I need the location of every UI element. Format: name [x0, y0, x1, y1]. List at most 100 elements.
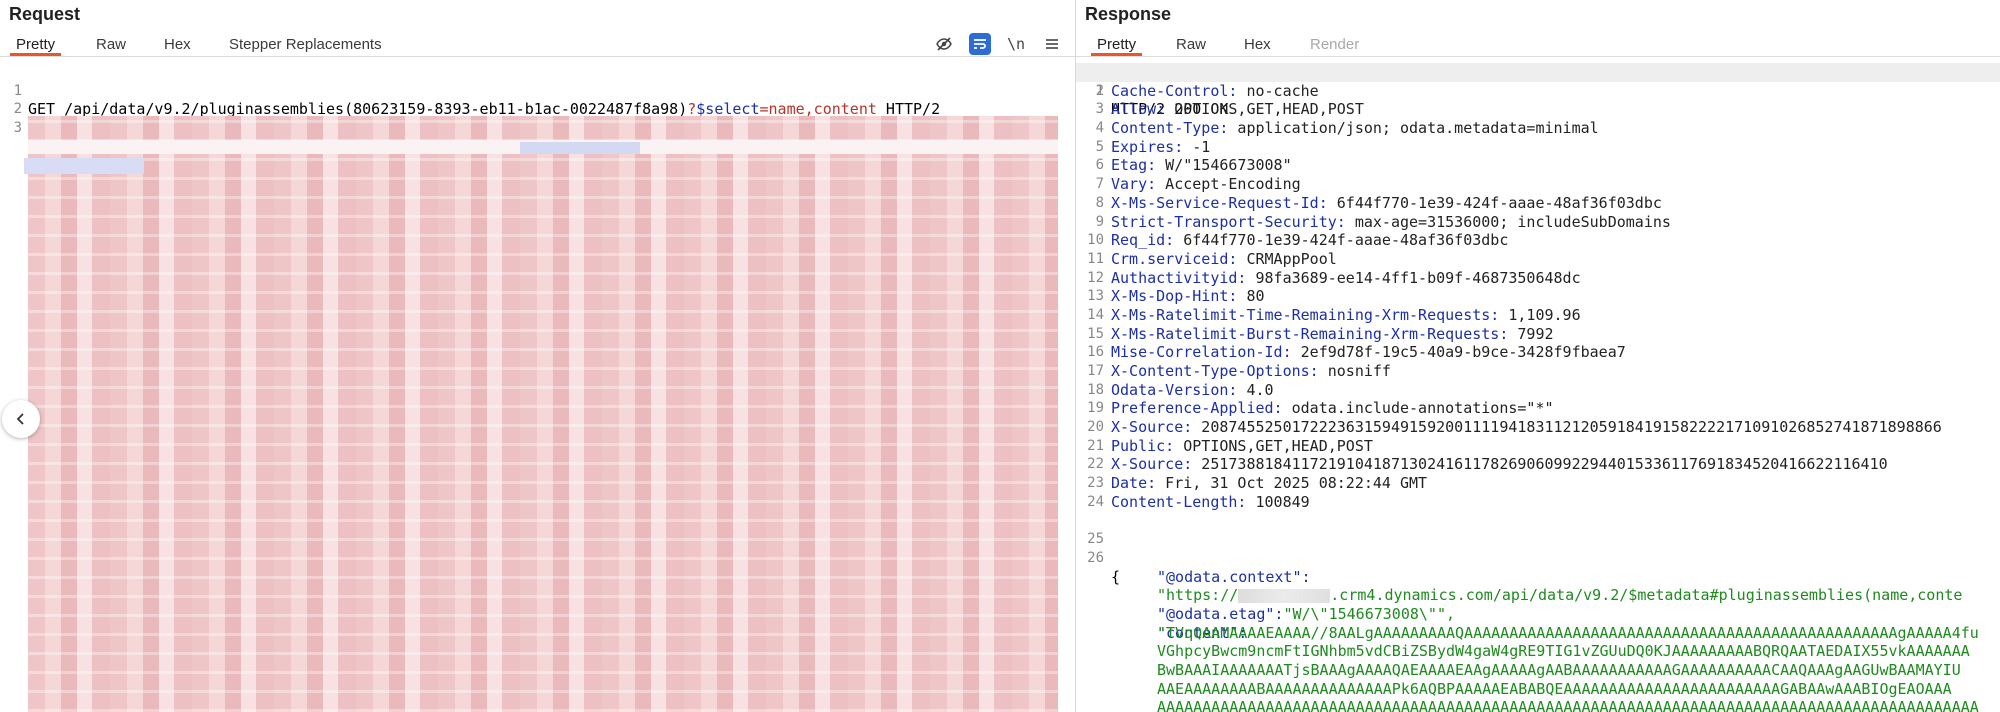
- response-header-line: 9 Strict-Transport-Security: max-age=3153…: [1076, 213, 2000, 232]
- json-open-brace-line: 26 {: [1076, 530, 2000, 586]
- line-number: 3: [1095, 101, 1104, 118]
- header-key: Content-Type:: [1111, 119, 1229, 138]
- header-value: OPTIONS,GET,HEAD,POST: [1165, 100, 1364, 119]
- response-header-line: 3 Allow: OPTIONS,GET,HEAD,POST: [1076, 100, 2000, 119]
- header-value: 6f44f770-1e39-424f-aaae-48af36f03dbc: [1174, 231, 1509, 250]
- header-key: X-Ms-Service-Request-Id:: [1111, 193, 1328, 212]
- response-tab-render[interactable]: Render: [1310, 30, 1359, 56]
- response-tab-bar: Pretty Raw Hex Render: [1076, 30, 2000, 57]
- header-key: Date:: [1111, 474, 1157, 493]
- header-key: Mise-Correlation-Id:: [1111, 343, 1292, 362]
- line-number: 4: [1095, 120, 1104, 137]
- json-string-content: AAEAAAAAAAABAAAAAAAAAAAAAAPk6AQBPAAAAAEA…: [1157, 679, 1952, 698]
- response-header-line: 23 Date: Fri, 31 Oct 2025 08:22:44 GMT: [1076, 474, 2000, 493]
- request-header-host: 2 Host:: [0, 82, 1075, 137]
- header-key: Odata-Version:: [1111, 380, 1238, 399]
- response-header-line: 8 X-Ms-Service-Request-Id: 6f44f770-1e39-…: [1076, 194, 2000, 213]
- line-number: 6: [1095, 157, 1104, 174]
- header-key: X-Source:: [1111, 455, 1193, 474]
- line-number: 22: [1087, 456, 1104, 473]
- hamburger-menu-icon[interactable]: [1041, 33, 1063, 55]
- header-value: -1: [1183, 137, 1211, 156]
- response-header-line: 18 Odata-Version: 4.0: [1076, 381, 2000, 400]
- response-header-line: 13 X-Ms-Dop-Hint: 80: [1076, 287, 2000, 306]
- request-tab-pretty[interactable]: Pretty: [10, 30, 62, 56]
- collapse-panel-button[interactable]: [2, 400, 40, 438]
- wrap-lines-icon[interactable]: [969, 33, 991, 55]
- header-key: Vary:: [1111, 175, 1157, 194]
- line-number: 3: [13, 120, 22, 137]
- request-title: Request: [9, 4, 81, 24]
- response-header-line: 4 Content-Type: application/json; odata.m…: [1076, 119, 2000, 138]
- header-value: 80: [1237, 287, 1265, 306]
- chevron-left-icon: [16, 413, 24, 425]
- status-line: 1 HTTP/2 200 OK: [1076, 63, 2000, 118]
- header-value: 1,109.96: [1499, 305, 1581, 324]
- response-header-line: 6 Etag: W/"1546673008": [1076, 156, 2000, 175]
- response-header-line: 19 Preference-Applied: odata.include-anno…: [1076, 399, 2000, 418]
- header-value: CRMAppPool: [1237, 249, 1337, 268]
- response-header-line: 20 X-Source: 2087455250172223631594915920…: [1076, 418, 2000, 437]
- header-key: X-Ms-Ratelimit-Burst-Remaining-Xrm-Reque…: [1111, 324, 1509, 343]
- line-number: 14: [1087, 306, 1104, 323]
- header-key: Allow:: [1111, 100, 1166, 119]
- redacted-request-fragment: [24, 158, 144, 174]
- line-number: 21: [1087, 437, 1104, 454]
- header-value: nosniff: [1318, 362, 1391, 380]
- line-number: 11: [1087, 250, 1104, 267]
- header-value: 2087455250172223631594915920011119418311…: [1192, 418, 1942, 437]
- eye-slash-icon[interactable]: [933, 33, 955, 55]
- header-key: Expires:: [1111, 137, 1184, 156]
- request-tab-stepper-replacements[interactable]: Stepper Replacements: [229, 30, 382, 56]
- response-header-line: 16 Mise-Correlation-Id: 2ef9d78f-19c5-40a…: [1076, 343, 2000, 362]
- header-value: W/"1546673008": [1156, 156, 1292, 175]
- header-value: 2ef9d78f-19c5-40a9-b9ce-3428f9fbaea7: [1291, 343, 1626, 362]
- line-number: 2: [1095, 82, 1104, 99]
- json-line: "@odata.context":: [1076, 549, 2000, 586]
- header-value: application/json; odata.metadata=minimal: [1228, 119, 1599, 138]
- newline-toggle[interactable]: \n: [1005, 33, 1027, 55]
- request-tab-hex[interactable]: Hex: [164, 30, 191, 56]
- header-key: X-Content-Type-Options:: [1111, 362, 1319, 380]
- request-tab-bar: Pretty Raw Hex Stepper Replacements: [0, 30, 1075, 57]
- json-line: "TVqQAAMAAAAEAAAA//8AALgAAAAAAAAAQAAAAAA…: [1076, 624, 2000, 643]
- line-number: 15: [1087, 325, 1104, 342]
- header-key: Strict-Transport-Security:: [1111, 212, 1346, 231]
- response-tab-pretty[interactable]: Pretty: [1091, 30, 1143, 56]
- header-key: Cache-Control:: [1111, 81, 1238, 100]
- line-number: 8: [1095, 194, 1104, 211]
- line-number: 5: [1095, 138, 1104, 155]
- line-number: 10: [1087, 232, 1104, 249]
- request-tab-raw[interactable]: Raw: [96, 30, 126, 56]
- header-value: OPTIONS,GET,HEAD,POST: [1174, 436, 1373, 455]
- response-header-line: 2 Cache-Control: no-cache: [1076, 82, 2000, 101]
- json-line: AAAAAAAAAAAAAAAAAAAAAAAAAAAAAAAAAAAAAAAA…: [1076, 698, 2000, 712]
- response-editor[interactable]: 1 HTTP/2 200 OK 2 Cache-Control: no-cache…: [1076, 63, 2000, 712]
- header-key: X-Ms-Dop-Hint:: [1111, 287, 1238, 306]
- header-key: Authactivityid:: [1111, 268, 1247, 287]
- header-value: max-age=31536000; includeSubDomains: [1345, 212, 1671, 231]
- response-tab-hex[interactable]: Hex: [1244, 30, 1271, 56]
- header-key: Content-Length:: [1111, 492, 1247, 511]
- header-key: X-Ms-Ratelimit-Time-Remaining-Xrm-Reques…: [1111, 305, 1500, 324]
- header-value: Fri, 31 Oct 2025 08:22:44 GMT: [1156, 474, 1428, 493]
- response-header-line: 14 X-Ms-Ratelimit-Time-Remaining-Xrm-Requ…: [1076, 306, 2000, 325]
- response-pane: Response Pretty Raw Hex Render 1 HTTP/2 …: [1076, 0, 2000, 712]
- header-value: 7992: [1508, 324, 1554, 343]
- json-line: "https://.crm4.dynamics.com/api/data/v9.…: [1076, 568, 2000, 604]
- response-header-line: 21 Public: OPTIONS,GET,HEAD,POST: [1076, 437, 2000, 456]
- header-value: 4.0: [1237, 380, 1274, 399]
- header-value: no-cache: [1237, 81, 1319, 100]
- response-header-line: 15 X-Ms-Ratelimit-Burst-Remaining-Xrm-Req…: [1076, 325, 2000, 344]
- json-string-content: AAAAAAAAAAAAAAAAAAAAAAAAAAAAAAAAAAAAAAAA…: [1157, 698, 1979, 712]
- redacted-request-fragment: [520, 142, 640, 154]
- blank-line: 25: [1076, 512, 2000, 547]
- response-header-line: 12 Authactivityid: 98fa3689-ee14-4ff1-b09…: [1076, 269, 2000, 288]
- json-line: BwBAAAIAAAAAAATjsBAAAgAAAAQAEAAAAEAAgAAA…: [1076, 661, 2000, 680]
- response-header-line: 17 X-Content-Type-Options: nosniff: [1076, 362, 2000, 381]
- line-number: 16: [1087, 344, 1104, 361]
- header-key: Crm.serviceid:: [1111, 249, 1238, 268]
- response-tab-raw[interactable]: Raw: [1176, 30, 1206, 56]
- json-line: "@odata.etag":"W/\"1546673008\"",: [1076, 586, 2000, 623]
- redacted-request-body: [28, 116, 1058, 712]
